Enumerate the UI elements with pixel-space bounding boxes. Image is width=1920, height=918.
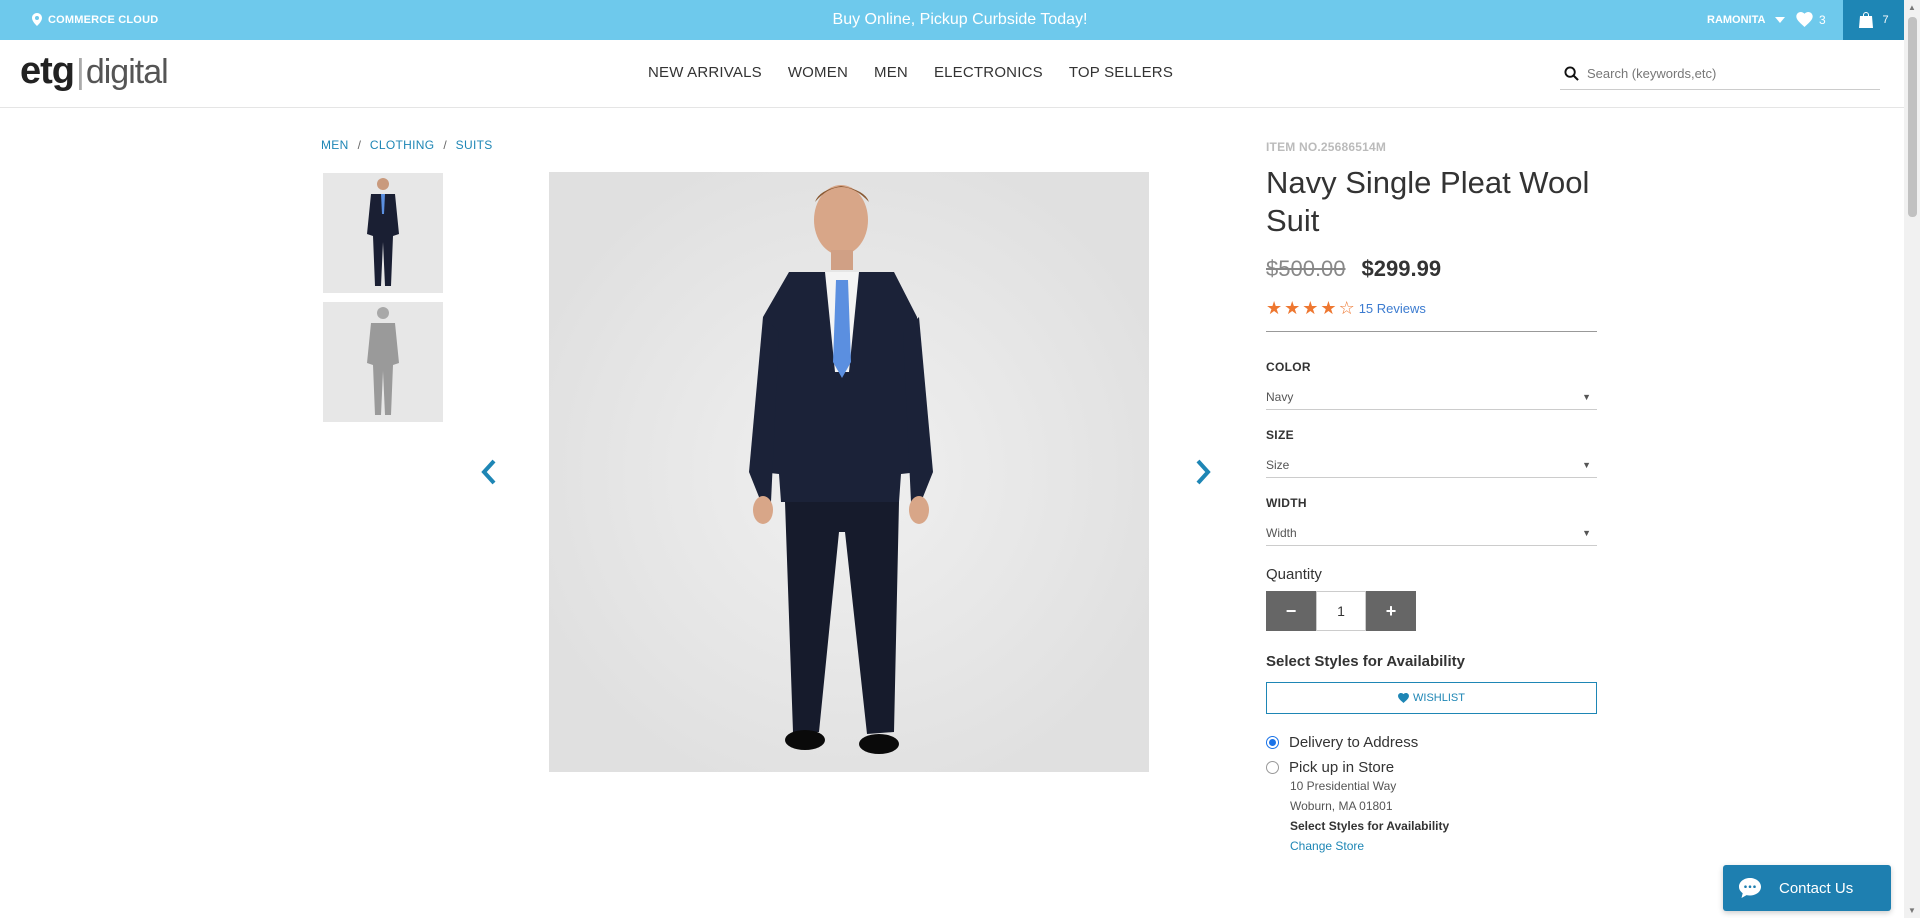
wishlist-count: 3 <box>1819 12 1826 27</box>
top-banner: COMMERCE CLOUD Buy Online, Pickup Curbsi… <box>0 0 1920 40</box>
change-store-link[interactable]: Change Store <box>1290 839 1364 853</box>
divider <box>1266 331 1597 332</box>
radio-selected[interactable] <box>1266 736 1279 749</box>
store-availability: Select Styles for Availability <box>1290 819 1450 833</box>
quantity-input[interactable]: 1 <box>1316 591 1366 631</box>
product-title: Navy Single Pleat Wool Suit <box>1266 165 1590 238</box>
rating: ★ ★ ★ ★ ☆ 15 Reviews <box>1266 298 1597 319</box>
quantity-decrease-button[interactable]: − <box>1266 591 1316 631</box>
site-logo[interactable]: etg | digital <box>20 50 169 93</box>
breadcrumb-men[interactable]: MEN <box>321 138 349 152</box>
product-info-panel: ITEM NO.25686514M Navy Single Pleat Wool… <box>1266 140 1597 856</box>
breadcrumb-separator: / <box>443 138 447 152</box>
radio-unselected[interactable] <box>1266 761 1279 774</box>
star-filled-icon: ★ <box>1302 298 1319 318</box>
shopping-bag-icon <box>1859 12 1874 28</box>
delivery-option[interactable]: Delivery to Address <box>1266 734 1597 751</box>
star-filled-icon: ★ <box>1266 298 1283 318</box>
account-menu[interactable]: RAMONITA <box>1707 14 1786 26</box>
store-address-line2: Woburn, MA 01801 <box>1290 799 1393 813</box>
wishlist-link[interactable]: 3 <box>1796 12 1826 27</box>
quantity-stepper: − 1 + <box>1266 591 1597 631</box>
caret-down-icon: ▼ <box>1582 391 1591 402</box>
breadcrumb-separator: / <box>357 138 361 152</box>
reviews-link[interactable]: 15 Reviews <box>1359 301 1426 316</box>
heart-icon <box>1398 693 1409 703</box>
scrollbar-thumb[interactable] <box>1908 17 1917 217</box>
product-thumbnail-front[interactable] <box>323 173 443 293</box>
image-prev-arrow[interactable] <box>481 455 497 491</box>
breadcrumb-clothing[interactable]: CLOTHING <box>370 138 434 152</box>
color-label: COLOR <box>1266 360 1311 374</box>
chevron-down-icon <box>1775 17 1786 23</box>
breadcrumb: MEN / CLOTHING / SUITS <box>321 138 493 152</box>
original-price: $500.00 <box>1266 256 1346 281</box>
caret-down-icon: ▼ <box>1582 527 1591 538</box>
logo-etg: etg <box>20 50 75 92</box>
suit-model-image <box>749 185 933 754</box>
pickup-option[interactable]: Pick up in Store <box>1266 759 1597 776</box>
price-block: $500.00 $299.99 <box>1266 256 1597 282</box>
cart-count: 7 <box>1882 14 1889 26</box>
store-details: 10 Presidential Way Woburn, MA 01801 Sel… <box>1290 776 1597 856</box>
size-label: SIZE <box>1266 428 1294 442</box>
scroll-down-icon[interactable]: ▼ <box>1908 906 1916 915</box>
item-number: ITEM NO.25686514M <box>1266 140 1387 154</box>
size-select-value: Size <box>1266 457 1290 472</box>
chevron-left-icon <box>481 459 496 485</box>
heart-icon <box>1796 12 1813 27</box>
product-thumbnail-back[interactable] <box>323 302 443 422</box>
suit-front-thumbnail-image <box>367 178 399 286</box>
size-select[interactable]: Size ▼ <box>1266 452 1597 478</box>
wishlist-button-label: WISHLIST <box>1413 692 1465 704</box>
cart-button[interactable]: 7 <box>1843 0 1904 40</box>
quantity-label: Quantity <box>1266 566 1322 583</box>
image-next-arrow[interactable] <box>1195 455 1211 491</box>
store-address-line1: 10 Presidential Way <box>1290 779 1397 793</box>
chevron-right-icon <box>1196 459 1211 485</box>
width-select[interactable]: Width ▼ <box>1266 520 1597 546</box>
width-select-value: Width <box>1266 525 1297 540</box>
width-label: WIDTH <box>1266 496 1307 510</box>
nav-new-arrivals[interactable]: NEW ARRIVALS <box>648 64 762 81</box>
nav-electronics[interactable]: ELECTRONICS <box>934 64 1043 81</box>
add-to-wishlist-button[interactable]: WISHLIST <box>1266 682 1597 714</box>
chat-bubble-icon <box>1739 878 1761 898</box>
page-scrollbar[interactable]: ▲ ▼ <box>1904 0 1920 918</box>
search-input[interactable] <box>1587 66 1867 81</box>
caret-down-icon: ▼ <box>1582 459 1591 470</box>
contact-us-button[interactable]: Contact Us <box>1723 865 1891 911</box>
contact-us-label: Contact Us <box>1779 879 1854 897</box>
quantity-increase-button[interactable]: + <box>1366 591 1416 631</box>
logo-digital: digital <box>85 53 169 91</box>
star-filled-icon: ★ <box>1320 298 1337 318</box>
username: RAMONITA <box>1707 14 1766 26</box>
availability-message: Select Styles for Availability <box>1266 653 1465 670</box>
scroll-up-icon[interactable]: ▲ <box>1908 3 1916 12</box>
nav-women[interactable]: WOMEN <box>788 64 848 81</box>
sale-price: $299.99 <box>1361 256 1442 281</box>
color-select-value: Navy <box>1266 389 1294 404</box>
product-main-image[interactable] <box>549 172 1149 772</box>
star-filled-icon: ★ <box>1284 298 1301 318</box>
main-nav: NEW ARRIVALS WOMEN MEN ELECTRONICS TOP S… <box>648 64 1173 81</box>
nav-top-sellers[interactable]: TOP SELLERS <box>1069 64 1173 81</box>
suit-back-thumbnail-image <box>367 307 399 415</box>
promo-text: Buy Online, Pickup Curbside Today! <box>832 11 1088 28</box>
site-header: etg | digital NEW ARRIVALS WOMEN MEN ELE… <box>0 40 1904 108</box>
star-empty-icon: ☆ <box>1338 298 1355 318</box>
search-icon[interactable] <box>1564 66 1579 81</box>
logo-separator: | <box>76 53 85 91</box>
nav-men[interactable]: MEN <box>874 64 908 81</box>
delivery-option-label: Delivery to Address <box>1289 734 1419 751</box>
color-select[interactable]: Navy ▼ <box>1266 384 1597 410</box>
breadcrumb-suits[interactable]: SUITS <box>456 138 493 152</box>
pickup-option-label: Pick up in Store <box>1289 759 1395 776</box>
search-bar <box>1560 58 1880 90</box>
